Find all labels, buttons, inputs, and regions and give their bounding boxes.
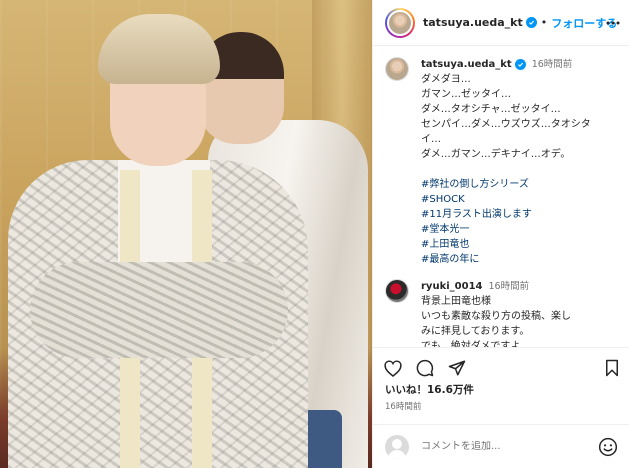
comment-time: 16時間前 (488, 281, 530, 292)
header-username[interactable]: tatsuya.ueda_kt (423, 16, 523, 29)
comments-section[interactable]: tatsuya.ueda_kt 16時間前 ダメダヨ… ガマン…ゼッタイ… ダメ… (373, 47, 629, 347)
more-options-icon[interactable] (604, 14, 622, 32)
comment-input[interactable] (421, 441, 591, 452)
bookmark-icon[interactable] (602, 358, 622, 378)
verified-badge-icon (525, 17, 537, 28)
hashtag-link[interactable]: #11月ラスト出演します (421, 207, 618, 222)
hashtag-link[interactable]: #SHOCK (421, 192, 618, 207)
caption-line: センパイ…ダメ…ウズウズ…タオシタ (421, 119, 591, 130)
comment-line: みに拝見しております。 (421, 326, 530, 337)
hashtag-link[interactable]: #上田竜也 (421, 237, 618, 252)
hashtag-link[interactable]: #最高の年に (421, 252, 618, 267)
caption-line: ダメ…タオシチャ…ゼッタイ… (421, 104, 561, 115)
header-separator: • (540, 16, 548, 29)
post-photo[interactable] (0, 0, 372, 468)
emoji-icon[interactable] (598, 437, 618, 457)
caption-time: 16時間前 (531, 59, 573, 70)
header-avatar[interactable] (385, 7, 415, 38)
likes-count[interactable]: いいね！16.6万件 (385, 382, 474, 397)
caption-line: ダメ…ガマン…デキナイ…オデ。 (421, 149, 571, 160)
comment-line: いつも素敵な殺り方の投稿、楽し (421, 311, 571, 322)
caption: tatsuya.ueda_kt 16時間前 ダメダヨ… ガマン…ゼッタイ… ダメ… (385, 57, 618, 267)
hashtag-link[interactable]: #弊社の倒し方シリーズ (421, 177, 618, 192)
caption-line: イ… (421, 134, 441, 145)
comment-body: ryuki_0014 16時間前 背景上田竜也様 いつも素敵な殺り方の投稿、楽し… (421, 279, 618, 347)
verified-badge-icon (514, 59, 526, 70)
person-front-crossed-arms (30, 262, 288, 358)
comment-line: でも、絶対ダメですよ (421, 341, 521, 347)
action-bar (373, 347, 629, 387)
caption-line: ダメダヨ… (421, 74, 471, 85)
post-side-panel: tatsuya.ueda_kt • フォローする tatsuya.ueda_kt (372, 0, 629, 468)
caption-avatar[interactable] (385, 57, 409, 81)
caption-username[interactable]: tatsuya.ueda_kt (421, 57, 512, 72)
instagram-post: tatsuya.ueda_kt • フォローする tatsuya.ueda_kt (0, 0, 629, 468)
comment-username[interactable]: ryuki_0014 (421, 279, 482, 294)
caption-line: ガマン…ゼッタイ… (421, 89, 511, 100)
current-user-avatar (385, 434, 409, 459)
post-header: tatsuya.ueda_kt • フォローする (373, 0, 629, 46)
hashtag-link[interactable]: #堂本光一 (421, 222, 618, 237)
comment-icon[interactable] (415, 358, 435, 378)
comment-line: 背景上田竜也様 (421, 296, 491, 307)
caption-body: tatsuya.ueda_kt 16時間前 ダメダヨ… ガマン…ゼッタイ… ダメ… (421, 57, 618, 267)
heart-icon[interactable] (383, 358, 403, 378)
comment-avatar[interactable] (385, 279, 409, 303)
post-time: 16時間前 (385, 402, 422, 412)
add-comment-bar (373, 424, 629, 468)
share-icon[interactable] (447, 358, 467, 378)
comment: ryuki_0014 16時間前 背景上田竜也様 いつも素敵な殺り方の投稿、楽し… (385, 279, 618, 347)
